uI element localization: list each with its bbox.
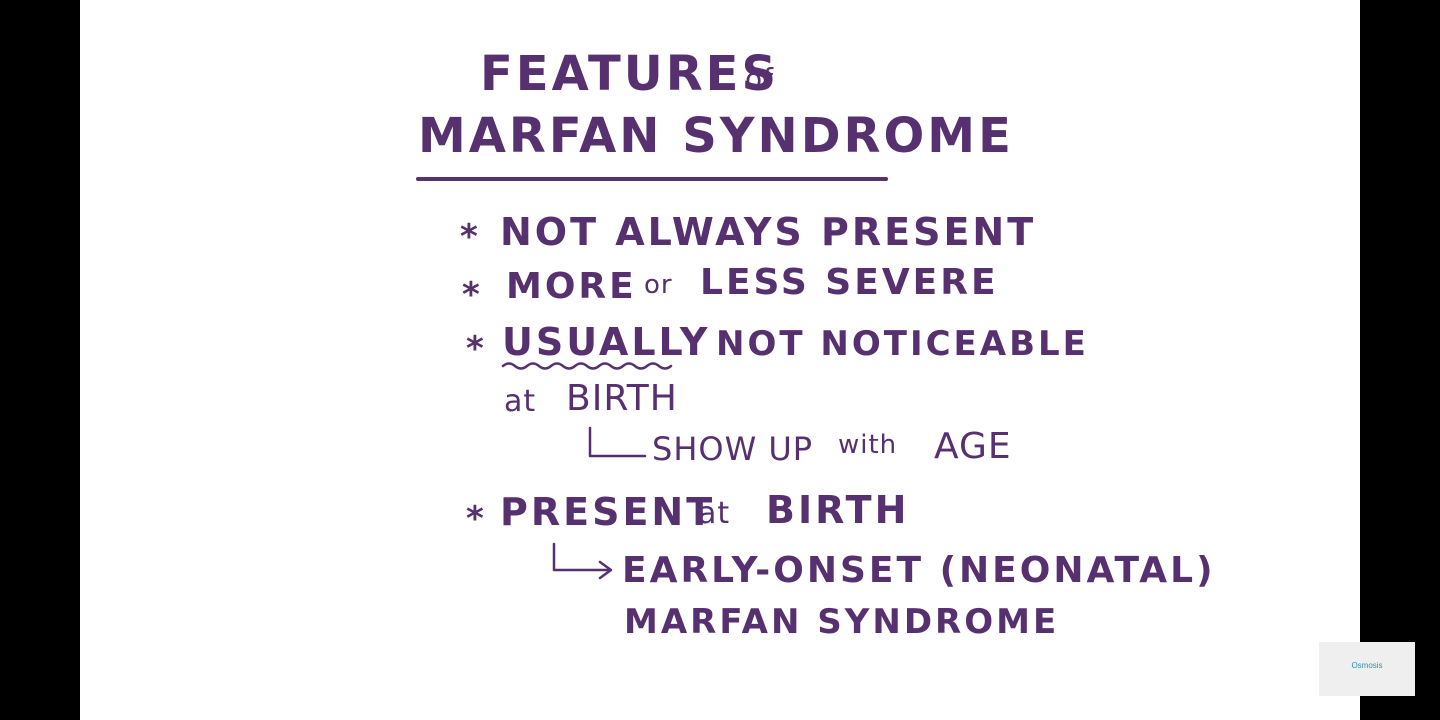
osmosis-logo-text: Osmosis [1351,661,1383,670]
early-onset-arrow [552,542,612,572]
ink-strokes [416,177,888,580]
osmosis-logo: Osmosis [1319,642,1415,696]
age-branch-line [588,426,647,458]
usually-wavy-underline [501,362,673,370]
